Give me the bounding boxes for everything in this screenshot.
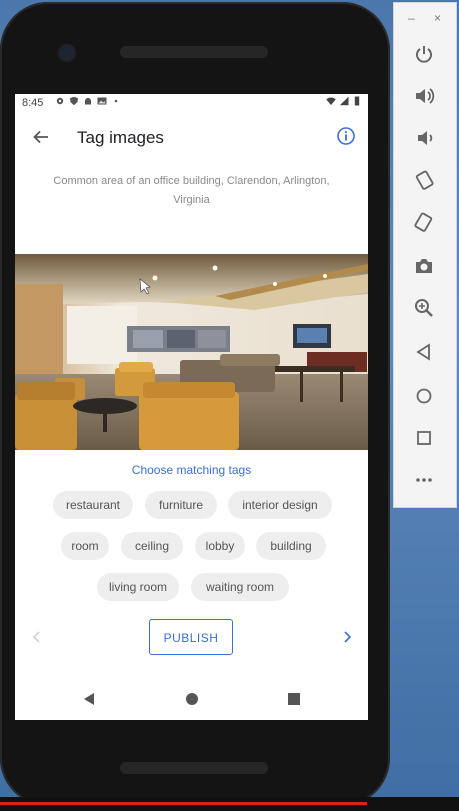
page-title: Tag images — [77, 128, 164, 147]
office-lobby-photo — [15, 254, 368, 450]
image-description: Common area of an office building, Clare… — [53, 175, 330, 206]
settings-icon — [56, 97, 64, 105]
rotate-right-icon[interactable] — [413, 211, 435, 233]
dot-icon — [114, 99, 118, 103]
tag-chip-interior-design[interactable]: interior design — [228, 491, 332, 519]
android-icon — [85, 98, 91, 105]
minimize-button[interactable]: – — [408, 11, 415, 25]
office-lobby-image — [15, 254, 368, 450]
tag-chip-ceiling[interactable]: ceiling — [121, 532, 183, 560]
publish-button[interactable]: PUBLISH — [149, 619, 233, 655]
overview-icon[interactable] — [413, 427, 435, 449]
phone-frame: 8:45 Tag images Common area of an office… — [0, 2, 390, 806]
next-image-icon[interactable] — [341, 630, 353, 644]
tag-chip-lobby[interactable]: lobby — [195, 532, 245, 560]
tag-chip-restaurant[interactable]: restaurant — [53, 491, 133, 519]
previous-image-icon[interactable] — [31, 630, 43, 644]
phone-screen: 8:45 Tag images Common area of an office… — [15, 94, 368, 720]
back-arrow-icon[interactable] — [31, 127, 51, 147]
tag-chip-living-room[interactable]: living room — [97, 573, 179, 601]
nav-back-icon[interactable] — [83, 692, 95, 706]
status-time: 8:45 — [22, 97, 44, 109]
back-icon[interactable] — [413, 341, 435, 363]
close-button[interactable]: × — [434, 11, 441, 25]
system-navigation-bar — [15, 686, 368, 712]
nav-overview-icon[interactable] — [287, 692, 301, 706]
volume-up-icon[interactable] — [413, 85, 435, 107]
image-icon — [97, 97, 107, 105]
home-icon[interactable] — [413, 385, 435, 407]
more-icon[interactable] — [413, 469, 435, 491]
bottom-speaker — [120, 762, 268, 774]
wifi-icon — [326, 97, 336, 105]
tag-chip-building[interactable]: building — [256, 532, 326, 560]
power-icon[interactable] — [413, 43, 435, 65]
video-progress-bar[interactable] — [0, 802, 368, 805]
earpiece-speaker — [120, 46, 268, 58]
rotate-left-icon[interactable] — [413, 169, 435, 191]
signal-icon — [339, 96, 349, 106]
emulator-control-panel: – × — [393, 2, 457, 508]
info-icon[interactable] — [336, 126, 356, 146]
zoom-icon[interactable] — [413, 297, 435, 319]
tag-chip-room[interactable]: room — [61, 532, 109, 560]
front-camera — [60, 46, 74, 60]
tag-chip-furniture[interactable]: furniture — [145, 491, 217, 519]
shield-icon — [70, 96, 78, 106]
camera-icon[interactable] — [413, 255, 435, 277]
battery-icon — [354, 96, 360, 106]
choose-tags-heading: Choose matching tags — [131, 463, 252, 477]
volume-down-icon[interactable] — [413, 127, 435, 149]
tag-chip-waiting-room[interactable]: waiting room — [191, 573, 289, 601]
status-bar: 8:45 — [15, 94, 368, 114]
app-bar: Tag images — [15, 120, 368, 156]
nav-home-icon[interactable] — [185, 692, 199, 706]
